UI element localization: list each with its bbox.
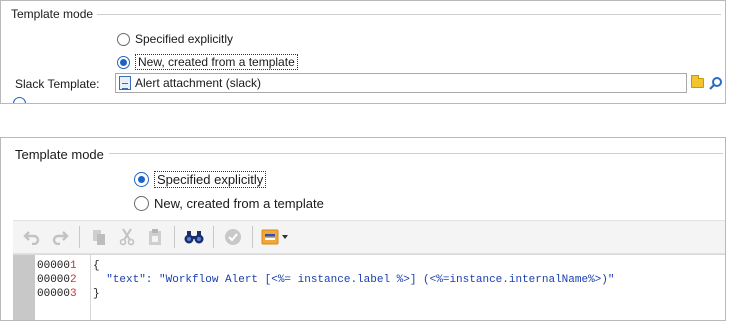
slack-template-value: Alert attachment (slack) xyxy=(135,76,262,90)
toolbar-separator xyxy=(252,226,253,248)
line-number: 00000 3 xyxy=(37,288,77,300)
clipboard-icon[interactable] xyxy=(142,224,168,250)
info-icon xyxy=(13,97,26,103)
radio-specified-explicitly[interactable]: Specified explicitly xyxy=(134,171,267,188)
toolbar-separator xyxy=(213,226,214,248)
line-numbers: 00000 1 00000 2 00000 3 xyxy=(35,255,91,320)
radio-label: Specified explicitly xyxy=(135,32,234,46)
radio-label: New, created from a template xyxy=(135,54,298,70)
radio-label: New, created from a template xyxy=(154,196,324,211)
binoculars-icon[interactable] xyxy=(181,224,207,250)
radio-button[interactable] xyxy=(117,32,130,46)
editor-toolbar xyxy=(13,220,725,254)
slack-template-field[interactable]: Alert attachment (slack) xyxy=(115,73,687,93)
code-line: } xyxy=(93,288,100,300)
radio-button[interactable] xyxy=(134,196,149,211)
cut-icon[interactable] xyxy=(114,224,140,250)
radio-label: Specified explicitly xyxy=(154,171,267,188)
group-divider xyxy=(73,14,721,15)
line-number: 00000 1 xyxy=(37,260,77,272)
code-content[interactable]: { "text": "Workflow Alert [<%= instance.… xyxy=(93,255,615,320)
group-title: Template mode xyxy=(11,7,98,21)
radio-new-from-template[interactable]: New, created from a template xyxy=(134,196,324,211)
insert-field-icon[interactable] xyxy=(259,224,293,250)
code-line: { xyxy=(93,260,100,272)
paste-icon[interactable] xyxy=(86,224,112,250)
code-editor[interactable]: 00000 1 00000 2 00000 3 { "text": "Workflow… xyxy=(13,254,725,320)
document-icon xyxy=(119,76,131,90)
redo-icon[interactable] xyxy=(47,224,73,250)
partially-visible-row xyxy=(13,97,26,103)
check-icon[interactable] xyxy=(220,224,246,250)
radio-button-selected[interactable] xyxy=(117,55,130,69)
group-title: Template mode xyxy=(15,147,108,162)
line-number: 00000 2 xyxy=(37,274,77,286)
template-mode-panel-top: Template mode Specified explicitly New, … xyxy=(0,0,726,104)
radio-new-from-template[interactable]: New, created from a template xyxy=(117,54,298,70)
slack-template-label: Slack Template: xyxy=(15,77,100,91)
radio-button-selected[interactable] xyxy=(134,172,149,187)
magnifier-icon[interactable] xyxy=(709,76,723,90)
code-line: "text": "Workflow Alert [<%= instance.la… xyxy=(93,274,615,286)
template-mode-panel-bottom: Template mode Specified explicitly New, … xyxy=(0,137,726,321)
editor-gutter xyxy=(13,255,35,320)
toolbar-separator xyxy=(174,226,175,248)
toolbar-separator xyxy=(79,226,80,248)
radio-specified-explicitly[interactable]: Specified explicitly xyxy=(117,32,233,46)
group-divider xyxy=(109,153,723,154)
folder-icon[interactable] xyxy=(691,75,704,88)
undo-icon[interactable] xyxy=(19,224,45,250)
